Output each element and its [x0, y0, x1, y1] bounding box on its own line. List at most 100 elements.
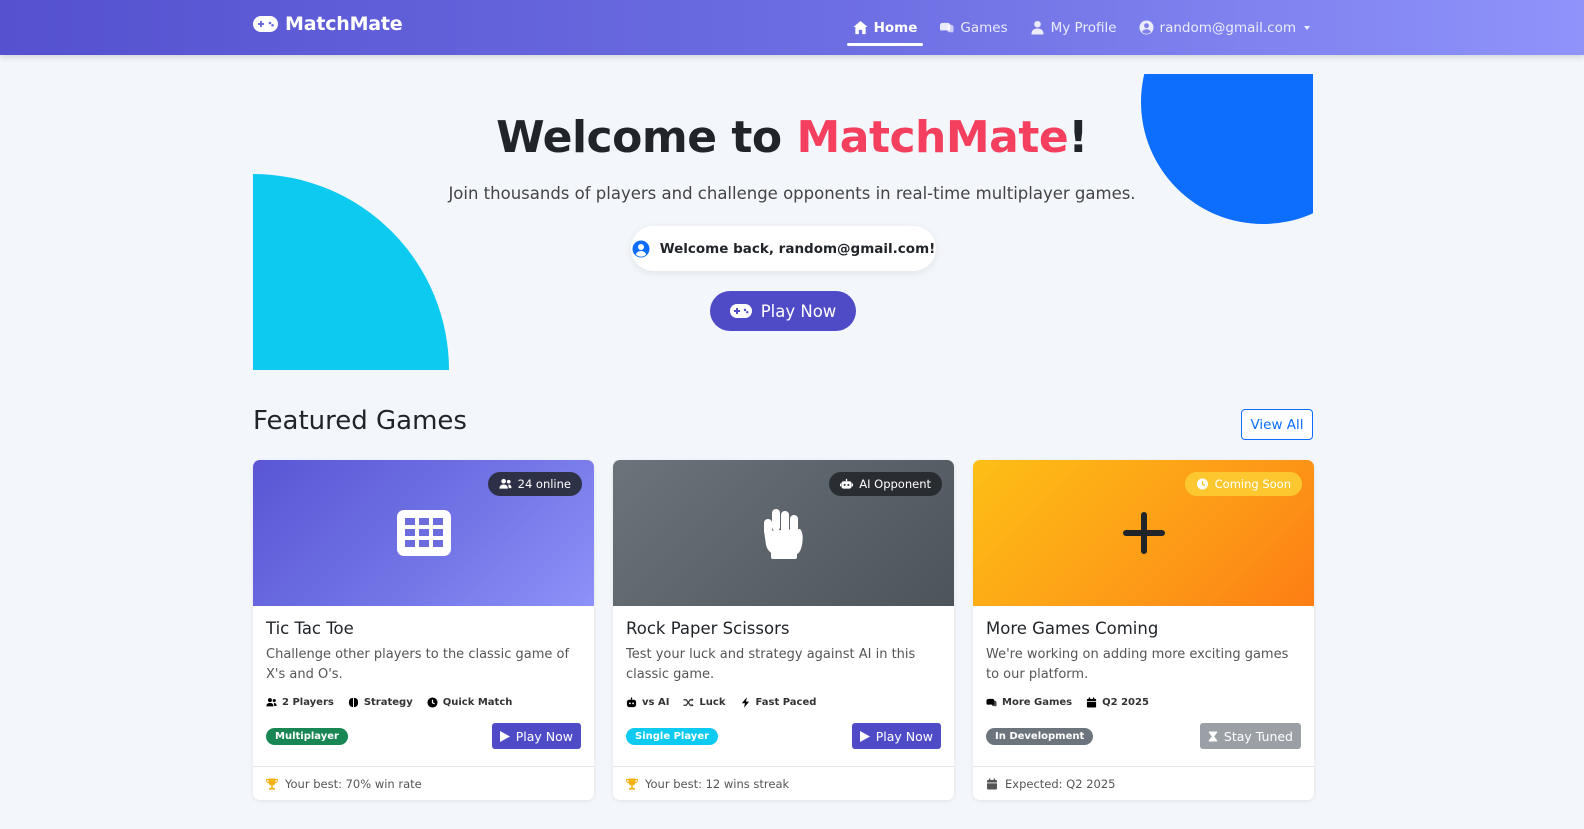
card-tags: 2 Players Strategy Quick Match [266, 694, 581, 710]
user-circle-icon [632, 240, 650, 257]
hero-title: Welcome to MatchMate! [0, 112, 1584, 163]
shuffle-icon [683, 697, 694, 707]
game-card-more-games: Coming Soon More Games Coming We're work… [973, 460, 1314, 800]
hero-title-suffix: ! [1068, 112, 1088, 163]
card-footer-text: Expected: Q2 2025 [1005, 776, 1116, 791]
card-footer: Your best: 12 wins streak [613, 766, 954, 800]
card-header: Coming Soon [973, 460, 1314, 606]
trophy-icon [266, 778, 278, 790]
tag-luck: Luck [683, 696, 726, 708]
tag-more-games: More Games [986, 697, 1072, 708]
user-icon [1031, 20, 1044, 35]
mode-pill: Multiplayer [266, 728, 348, 745]
stay-tuned-button[interactable]: Stay Tuned [1199, 723, 1301, 749]
status-pill: In Development [986, 728, 1094, 745]
nav-games[interactable]: Games [939, 0, 1008, 55]
card-tags: vs AI Luck Fast Paced [626, 694, 941, 710]
top-navbar: MatchMate Home Games My Profile random@g… [0, 0, 1584, 55]
calendar-icon [987, 778, 997, 789]
tag-label: Q2 2025 [1102, 696, 1149, 708]
play-icon [859, 730, 870, 742]
card-tags: More Games Q2 2025 [986, 694, 1301, 710]
robot-icon [840, 478, 854, 489]
hand-rock-icon [762, 505, 806, 561]
users-icon [499, 478, 512, 489]
tag-label: Strategy [363, 696, 413, 708]
main-nav: Home Games My Profile random@gmail.com [846, 0, 1310, 55]
home-icon [853, 20, 868, 35]
tag-quick-match: Quick Match [427, 696, 513, 708]
brain-icon [348, 697, 358, 707]
ai-badge-label: AI Opponent [859, 477, 931, 491]
card-description: We're working on adding more exciting ga… [986, 647, 1289, 682]
robot-icon [626, 696, 637, 707]
nav-home-label: Home [873, 19, 918, 36]
plus-icon [1122, 511, 1166, 555]
tag-label: Luck [699, 696, 726, 708]
users-icon [266, 697, 277, 706]
gamepad-icon [940, 22, 954, 33]
tag-players: 2 Players [266, 697, 334, 708]
coming-soon-label: Coming Soon [1214, 477, 1291, 491]
tag-label: vs AI [642, 696, 670, 708]
nav-profile-label: My Profile [1050, 19, 1117, 36]
bolt-icon [741, 696, 749, 708]
card-footer: Expected: Q2 2025 [973, 766, 1314, 800]
nav-games-label: Games [960, 19, 1008, 36]
online-badge: 24 online [487, 472, 582, 496]
card-footer-text: Your best: 70% win rate [285, 776, 422, 791]
card-play-button[interactable]: Play Now [851, 723, 941, 749]
tag-label: Fast Paced [755, 696, 817, 708]
clock-icon [427, 696, 438, 708]
hero-decoration-left [253, 174, 449, 370]
grid-icon [396, 510, 451, 556]
gamepad-icon [253, 16, 278, 32]
card-description: Test your luck and strategy against AI i… [626, 647, 916, 682]
hero-subtitle: Join thousands of players and challenge … [448, 184, 1136, 203]
gamepad-icon [729, 304, 752, 318]
tag-label: 2 Players [282, 696, 334, 708]
game-card-tic-tac-toe: 24 online Tic Tac Toe Challenge other pl… [253, 460, 594, 800]
game-card-rock-paper-scissors: AI Opponent Rock Paper Scissors Test you… [613, 460, 954, 800]
tag-vs-ai: vs AI [626, 697, 669, 708]
card-play-button[interactable]: Play Now [491, 723, 581, 749]
hero-play-button[interactable]: Play Now [710, 291, 856, 331]
tag-label: Quick Match [442, 696, 513, 708]
gamepad-icon [986, 698, 997, 706]
card-play-label: Play Now [875, 728, 933, 744]
cyan-circle-shape [253, 174, 449, 370]
brand-logo[interactable]: MatchMate [253, 13, 403, 35]
tag-label: More Games [1002, 696, 1073, 708]
card-title: Rock Paper Scissors [626, 619, 790, 638]
nav-home[interactable]: Home [846, 0, 924, 55]
mode-pill: Single Player [626, 728, 719, 745]
view-all-button[interactable]: View All [1241, 409, 1313, 440]
tag-strategy: Strategy [348, 697, 413, 708]
card-footer: Your best: 70% win rate [253, 766, 594, 800]
trophy-icon [626, 778, 638, 790]
calendar-icon [1087, 696, 1097, 708]
card-title: Tic Tac Toe [266, 619, 354, 638]
card-play-label: Play Now [515, 728, 573, 744]
stay-tuned-label: Stay Tuned [1223, 728, 1293, 744]
coming-soon-badge: Coming Soon [1184, 472, 1302, 496]
welcome-banner: Welcome back, random@gmail.com! [631, 226, 936, 271]
card-title: More Games Coming [986, 619, 1159, 638]
card-footer-text: Your best: 12 wins streak [645, 776, 790, 791]
chevron-down-icon [1304, 25, 1310, 30]
brand-name: MatchMate [285, 13, 403, 35]
online-badge-label: 24 online [517, 477, 571, 491]
welcome-text: Welcome back, random@gmail.com! [659, 240, 936, 257]
account-email: random@gmail.com [1159, 19, 1296, 36]
tag-fast-paced: Fast Paced [740, 696, 817, 708]
hero-title-accent: MatchMate [796, 112, 1069, 163]
user-circle-icon [1138, 20, 1154, 35]
ai-badge: AI Opponent [829, 472, 942, 496]
nav-profile[interactable]: My Profile [1030, 0, 1117, 55]
card-header: 24 online [253, 460, 594, 606]
account-dropdown[interactable]: random@gmail.com [1138, 0, 1310, 55]
card-description: Challenge other players to the classic g… [266, 647, 570, 682]
featured-title: Featured Games [253, 406, 467, 436]
hourglass-icon [1208, 730, 1218, 742]
clock-icon [1196, 478, 1208, 490]
